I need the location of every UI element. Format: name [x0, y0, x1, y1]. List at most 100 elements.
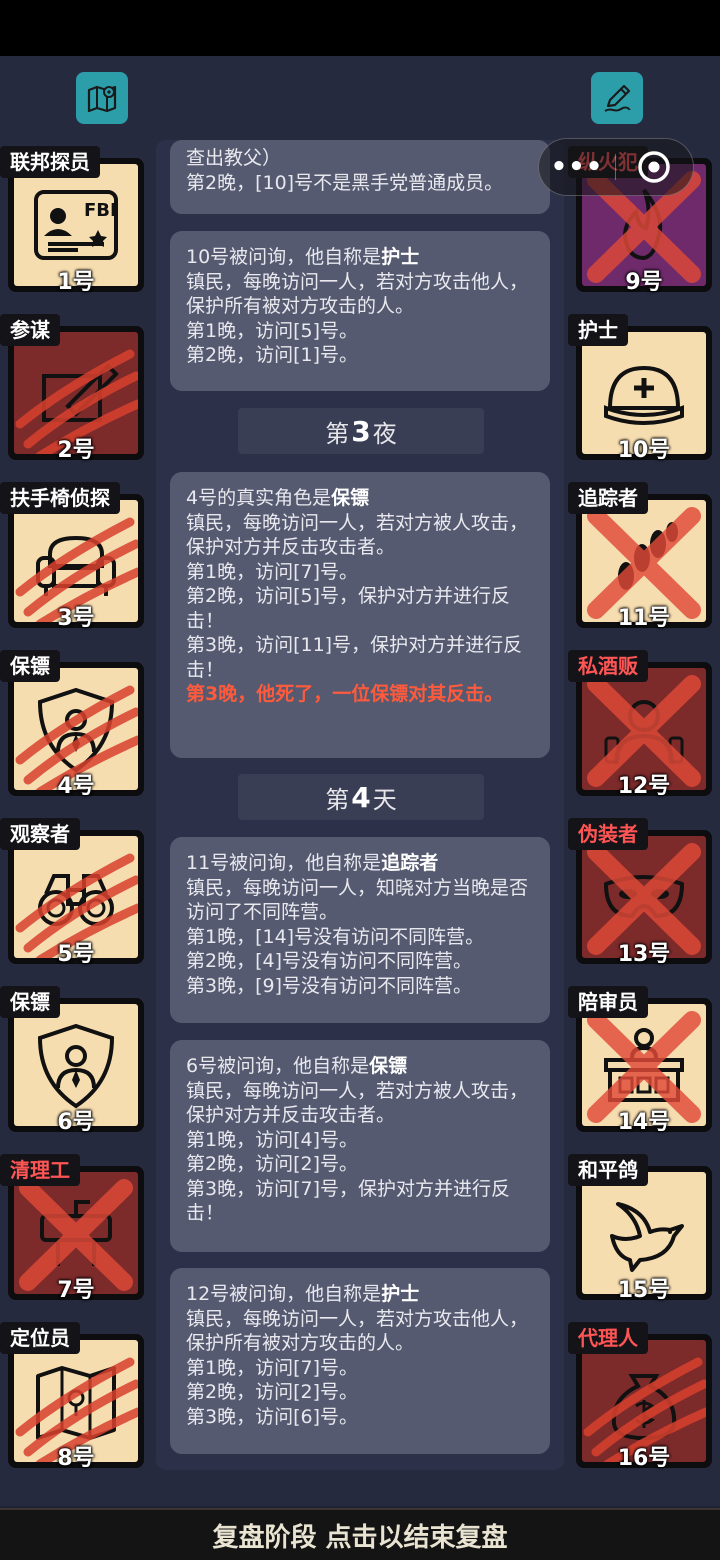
- player-number: 8号: [57, 1446, 95, 1471]
- player-card-7[interactable]: 清理工 7号: [0, 1154, 144, 1304]
- player-card-2[interactable]: 参谋 2号: [0, 314, 144, 464]
- log-line: 第3晚，访问[7]号，保护对方并进行反击！: [186, 1177, 511, 1225]
- role-label: 私酒贩: [568, 650, 648, 682]
- role-label: 扶手椅侦探: [0, 482, 120, 514]
- close-button[interactable]: [616, 149, 692, 185]
- player-card-15[interactable]: 和平鸽 15号: [568, 1154, 712, 1304]
- log-line: 第2晚，访问[1]号。: [186, 344, 359, 366]
- log-line: 第2晚，[10]号不是黑手党普通成员。: [186, 171, 504, 194]
- phase-header-night-3: 第3夜: [238, 408, 484, 454]
- target-icon: [638, 151, 670, 183]
- player-card-1[interactable]: FBI 联邦探员 1号: [0, 146, 144, 296]
- phase-header-day-4: 第4天: [238, 774, 484, 820]
- role-label: 追踪者: [568, 482, 648, 514]
- log-role: 保镖: [331, 487, 370, 509]
- player-number: 16号: [617, 1446, 671, 1471]
- status-bar: [0, 0, 720, 56]
- log-message: 10号被问询，他自称是护士 镇民，每晚访问一人，若对方攻击他人，保护所有被对方攻…: [170, 231, 550, 391]
- player-card-6[interactable]: 保镖 6号: [0, 986, 144, 1136]
- player-number: 11号: [617, 606, 671, 631]
- nurse-cap-icon: [604, 365, 684, 425]
- player-number: 10号: [617, 438, 671, 463]
- phase-prefix: 第: [325, 785, 350, 814]
- role-label: 清理工: [0, 1154, 80, 1186]
- more-button[interactable]: •••: [539, 138, 615, 196]
- log-line: 第2晚，访问[5]号，保护对方并进行反击！: [186, 585, 511, 632]
- role-label: 代理人: [568, 1322, 648, 1354]
- player-card-3[interactable]: 扶手椅侦探 3号: [0, 482, 144, 632]
- player-card-13[interactable]: 伪装者 13号: [568, 818, 712, 968]
- role-label: 伪装者: [568, 818, 648, 850]
- player-number: 13号: [617, 942, 671, 967]
- log-line: 第1晚，访问[4]号。: [186, 1128, 359, 1151]
- role-label: 联邦探员: [0, 146, 100, 178]
- phase-suffix: 夜: [372, 419, 397, 448]
- player-card-16[interactable]: 代理人 16号: [568, 1322, 712, 1472]
- end-review-bar[interactable]: 复盘阶段 点击以结束复盘: [0, 1508, 720, 1560]
- log-line: 第1晚，访问[7]号。: [186, 1356, 359, 1379]
- player-number: 7号: [57, 1278, 95, 1303]
- player-card-4[interactable]: 保镖 4号: [0, 650, 144, 800]
- map-pin-icon: [87, 85, 117, 113]
- log-line: 第1晚，[14]号没有访问不同阵营。: [186, 925, 485, 948]
- player-card-11[interactable]: 追踪者 11号: [568, 482, 712, 632]
- log-desc: 镇民，每晚访问一人，若对方攻击他人，保护所有被对方攻击的人。: [186, 1307, 529, 1355]
- role-label: 保镖: [0, 650, 60, 682]
- player-number: 2号: [57, 438, 95, 463]
- review-log-panel[interactable]: 查出教父） 第2晚，[10]号不是黑手党普通成员。 10号被问询，他自称是护士 …: [156, 140, 564, 1470]
- dove-icon: [610, 1202, 684, 1272]
- shield-person-icon: [37, 1023, 115, 1109]
- phase-number: 3: [351, 414, 371, 448]
- player-number: 9号: [625, 270, 663, 295]
- log-desc: 镇民，每晚访问一人，若对方被人攻击，保护对方并反击攻击者。: [186, 511, 529, 559]
- phase-suffix: 天: [372, 785, 397, 814]
- log-line: 查出教父）: [186, 147, 282, 169]
- player-number: 3号: [57, 606, 95, 631]
- player-card-14[interactable]: 陪审员 14号: [568, 986, 712, 1136]
- phase-number: 4: [351, 780, 371, 814]
- log-line: 第3晚，访问[11]号，保护对方并进行反击！: [186, 634, 523, 681]
- fbi-badge-icon: FBI: [34, 190, 118, 260]
- log-line: 第2晚，访问[2]号。: [186, 1153, 359, 1175]
- log-desc: 镇民，每晚访问一人，若对方被人攻击，保护对方并反击攻击者。: [186, 1079, 529, 1127]
- player-card-10[interactable]: 护士 10号: [568, 314, 712, 464]
- end-review-text: 复盘阶段 点击以结束复盘: [212, 1522, 508, 1553]
- log-line: 第1晚，访问[7]号。: [186, 560, 359, 583]
- role-label: 定位员: [0, 1322, 80, 1354]
- log-message: 6号被问询，他自称是保镖 镇民，每晚访问一人，若对方被人攻击，保护对方并反击攻击…: [170, 1040, 550, 1252]
- role-label: 和平鸽: [568, 1154, 648, 1186]
- player-number: 15号: [617, 1278, 671, 1303]
- log-message: 查出教父） 第2晚，[10]号不是黑手党普通成员。: [170, 140, 550, 214]
- player-number: 5号: [57, 942, 95, 967]
- log-message: 4号的真实角色是保镖 镇民，每晚访问一人，若对方被人攻击，保护对方并反击攻击者。…: [170, 472, 550, 758]
- log-line: 第2晚，[4]号没有访问不同阵营。: [186, 950, 473, 972]
- player-card-8[interactable]: 定位员 8号: [0, 1322, 144, 1472]
- log-death-line: 第3晚，他死了，一位保镖对其反击。: [186, 683, 504, 705]
- log-prefix: 11号被问询，他自称是: [186, 852, 382, 874]
- log-line: 第2晚，访问[2]号。: [186, 1381, 359, 1403]
- player-number: 1号: [57, 270, 95, 295]
- role-label: 护士: [568, 314, 628, 346]
- log-role: 护士: [381, 246, 420, 268]
- player-card-5[interactable]: 观察者 5号: [0, 818, 144, 968]
- log-line: 第3晚，访问[6]号。: [186, 1405, 359, 1428]
- log-desc: 镇民，每晚访问一人，知晓对方当晚是否访问了不同阵营。: [186, 876, 529, 924]
- log-message: 11号被问询，他自称是追踪者 镇民，每晚访问一人，知晓对方当晚是否访问了不同阵营…: [170, 837, 550, 1023]
- role-label: 参谋: [0, 314, 60, 346]
- log-desc: 镇民，每晚访问一人，若对方攻击他人，保护所有被对方攻击的人。: [186, 270, 529, 318]
- capsule-menu: •••: [538, 138, 694, 196]
- role-label: 保镖: [0, 986, 60, 1018]
- svg-text:FBI: FBI: [84, 200, 117, 221]
- log-prefix: 10号被问询，他自称是: [186, 246, 382, 268]
- map-button[interactable]: [76, 72, 128, 124]
- player-card-12[interactable]: 私酒贩 12号: [568, 650, 712, 800]
- notes-button[interactable]: [591, 72, 643, 124]
- role-label: 陪审员: [568, 986, 648, 1018]
- log-role: 保镖: [369, 1055, 408, 1077]
- log-line: 第3晚，[9]号没有访问不同阵营。: [186, 974, 473, 997]
- player-number: 6号: [57, 1110, 95, 1135]
- log-prefix: 12号被问询，他自称是: [186, 1283, 382, 1305]
- log-line: 第1晚，访问[5]号。: [186, 319, 359, 342]
- player-number: 14号: [617, 1110, 671, 1135]
- log-message: 12号被问询，他自称是护士 镇民，每晚访问一人，若对方攻击他人，保护所有被对方攻…: [170, 1268, 550, 1454]
